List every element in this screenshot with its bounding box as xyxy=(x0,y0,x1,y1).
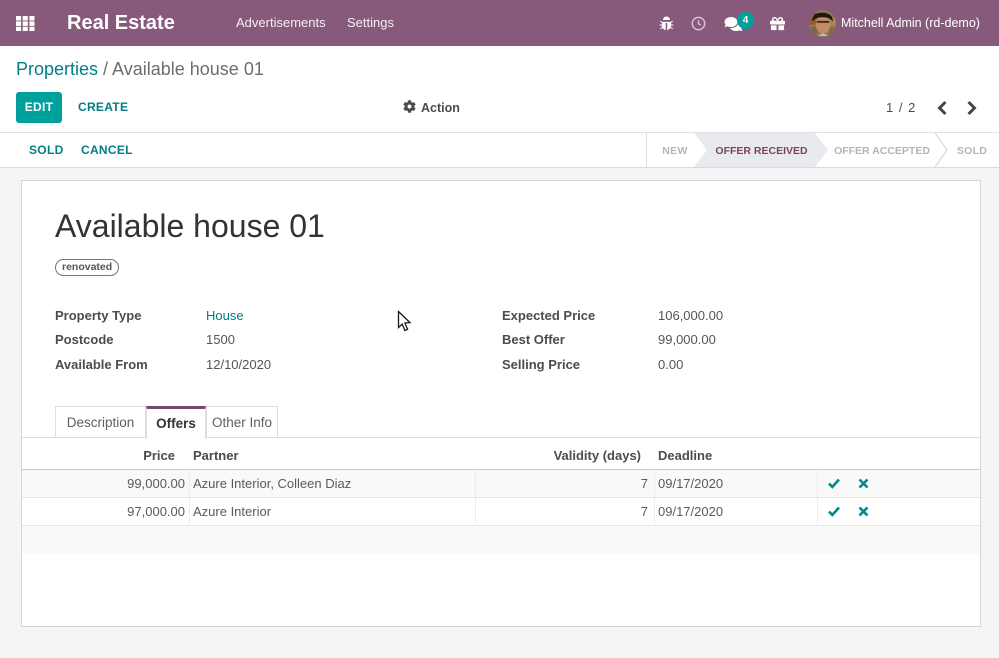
svg-text:NEW: NEW xyxy=(662,145,687,157)
svg-text:SOLD: SOLD xyxy=(957,145,987,157)
svg-text:OFFER ACCEPTED: OFFER ACCEPTED xyxy=(834,145,930,157)
svg-text:OFFER RECEIVED: OFFER RECEIVED xyxy=(715,145,808,157)
